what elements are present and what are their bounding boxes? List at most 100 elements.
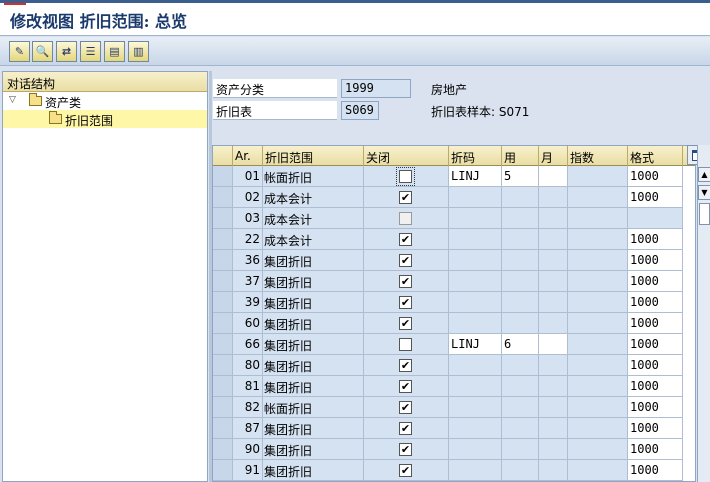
closed-cell: ✔: [364, 397, 449, 418]
ar-header: Ar.: [233, 146, 263, 166]
dep-key-header: 折码: [449, 146, 502, 166]
deselect-icon[interactable]: ▥: [128, 41, 149, 62]
row-selector[interactable]: [213, 418, 233, 439]
tree-node-label: 资产类: [45, 96, 82, 110]
row-selector[interactable]: [213, 460, 233, 481]
format-cell[interactable]: 1000: [628, 334, 683, 355]
format-cell[interactable]: 1000: [628, 292, 683, 313]
select-block-icon[interactable]: ▤: [104, 41, 125, 62]
format-cell[interactable]: 1000: [628, 460, 683, 481]
table-row: 01 帐面折旧 LINJ 5 1000: [213, 166, 695, 187]
closed-checkbox[interactable]: ✔: [399, 443, 412, 456]
closed-cell: ✔: [364, 418, 449, 439]
ar-cell: 91: [233, 460, 263, 481]
format-cell[interactable]: 1000: [628, 376, 683, 397]
expand-triangle-icon[interactable]: ▽: [9, 95, 16, 105]
table-row: 90 集团折旧 ✔ 1000: [213, 439, 695, 460]
month-cell[interactable]: [539, 334, 568, 355]
row-selector[interactable]: [213, 355, 233, 376]
select-all-cell[interactable]: [213, 146, 233, 166]
row-selector[interactable]: [213, 376, 233, 397]
dep-area-name-cell: 成本会计: [263, 229, 364, 250]
closed-checkbox[interactable]: ✔: [399, 380, 412, 393]
row-selector[interactable]: [213, 250, 233, 271]
table-row: 66 集团折旧 LINJ 6 1000: [213, 334, 695, 355]
dialog-structure-header: 对话结构: [3, 72, 207, 92]
compare-icon[interactable]: ⇄: [56, 41, 77, 62]
row-selector[interactable]: [213, 229, 233, 250]
use-life-cell[interactable]: 5: [502, 166, 539, 187]
month-cell: [539, 187, 568, 208]
dep-key-cell[interactable]: LINJ: [449, 334, 502, 355]
tree-node-asset-class[interactable]: ▽ 资产类: [3, 92, 207, 110]
month-cell: [539, 418, 568, 439]
row-selector[interactable]: [213, 292, 233, 313]
format-cell[interactable]: 1000: [628, 355, 683, 376]
format-cell[interactable]: 1000: [628, 187, 683, 208]
use-life-cell: [502, 271, 539, 292]
ar-cell: 01: [233, 166, 263, 187]
closed-checkbox[interactable]: ✔: [399, 359, 412, 372]
table-row: 02 成本会计 ✔ 1000: [213, 187, 695, 208]
closed-checkbox[interactable]: ✔: [399, 233, 412, 246]
closed-checkbox: [399, 212, 412, 225]
index-header: 指数: [568, 146, 628, 166]
use-life-cell: [502, 355, 539, 376]
closed-checkbox[interactable]: ✔: [399, 254, 412, 267]
month-cell: [539, 313, 568, 334]
tree-node-label: 折旧范围: [65, 114, 114, 128]
search-icon[interactable]: 🔍: [32, 41, 53, 62]
dep-key-cell[interactable]: LINJ: [449, 166, 502, 187]
row-selector[interactable]: [213, 334, 233, 355]
format-cell[interactable]: 1000: [628, 166, 683, 187]
scroll-thumb[interactable]: [699, 203, 710, 225]
dep-area-name-cell: 集团折旧: [263, 355, 364, 376]
month-cell[interactable]: [539, 166, 568, 187]
scroll-up-icon[interactable]: ▲: [698, 167, 710, 182]
use-life-cell: [502, 292, 539, 313]
index-cell: [568, 376, 628, 397]
row-selector[interactable]: [213, 208, 233, 229]
row-selector[interactable]: [213, 166, 233, 187]
scroll-down-icon[interactable]: ▼: [698, 185, 710, 200]
edit-pencil-icon[interactable]: ✎: [9, 41, 30, 62]
closed-checkbox[interactable]: [399, 338, 412, 351]
closed-cell: ✔: [364, 355, 449, 376]
closed-checkbox[interactable]: [396, 167, 415, 186]
use-life-cell: [502, 376, 539, 397]
format-cell[interactable]: 1000: [628, 397, 683, 418]
select-all-icon[interactable]: ☰: [80, 41, 101, 62]
row-selector[interactable]: [213, 271, 233, 292]
ar-cell: 02: [233, 187, 263, 208]
tree-node-dep-area[interactable]: 折旧范围: [3, 110, 207, 128]
vertical-scrollbar[interactable]: ▲ ▼: [697, 145, 710, 482]
dep-key-cell: [449, 229, 502, 250]
format-cell[interactable]: 1000: [628, 418, 683, 439]
format-cell[interactable]: 1000: [628, 313, 683, 334]
table-row: 36 集团折旧 ✔ 1000: [213, 250, 695, 271]
month-cell: [539, 250, 568, 271]
closed-checkbox[interactable]: ✔: [399, 191, 412, 204]
format-cell[interactable]: 1000: [628, 229, 683, 250]
format-cell[interactable]: 1000: [628, 439, 683, 460]
closed-checkbox[interactable]: ✔: [399, 464, 412, 477]
use-life-cell[interactable]: 6: [502, 334, 539, 355]
index-cell: [568, 229, 628, 250]
dep-key-cell: [449, 271, 502, 292]
row-selector[interactable]: [213, 187, 233, 208]
format-cell[interactable]: 1000: [628, 250, 683, 271]
row-selector[interactable]: [213, 313, 233, 334]
closed-checkbox[interactable]: ✔: [399, 317, 412, 330]
table-row: 82 帐面折旧 ✔ 1000: [213, 397, 695, 418]
closed-checkbox[interactable]: ✔: [399, 422, 412, 435]
dep-area-table: Ar. 折旧范围 关闭 折码用月指数 格式 01 帐面折旧 LINJ 5 1000 02 成本会计 ✔…: [212, 145, 696, 482]
row-selector[interactable]: [213, 439, 233, 460]
dep-key-cell: [449, 250, 502, 271]
closed-checkbox[interactable]: ✔: [399, 296, 412, 309]
index-cell: [568, 313, 628, 334]
closed-checkbox[interactable]: ✔: [399, 275, 412, 288]
closed-checkbox[interactable]: ✔: [399, 401, 412, 414]
row-selector[interactable]: [213, 397, 233, 418]
format-cell[interactable]: 1000: [628, 271, 683, 292]
ar-cell: 39: [233, 292, 263, 313]
